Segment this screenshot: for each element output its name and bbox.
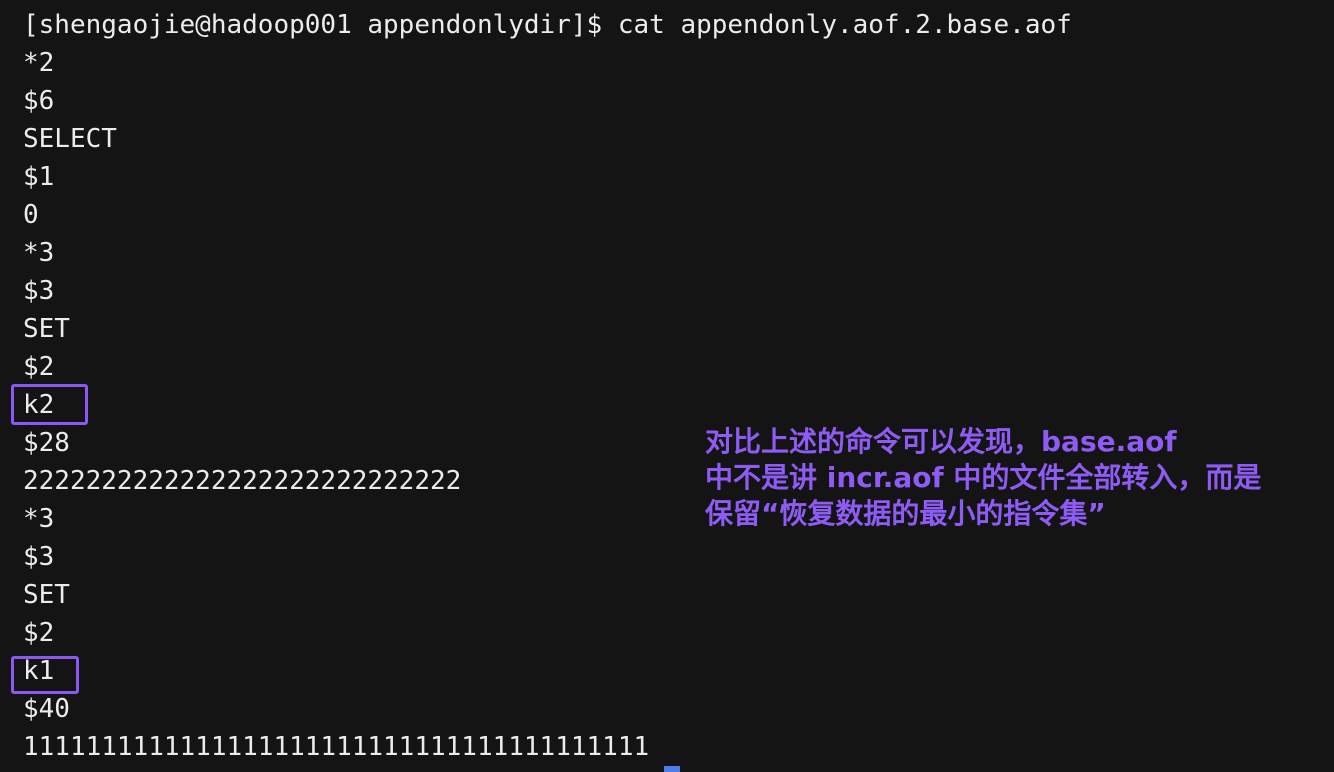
output-line: $3 bbox=[23, 542, 55, 572]
annotation-line: 对比上述的命令可以发现，base.aof bbox=[705, 425, 1177, 458]
output-line: $6 bbox=[23, 86, 55, 116]
output-line: $1 bbox=[23, 162, 55, 192]
terminal-prompt-line: [shengaojie@hadoop001 appendonlydir]$ ca… bbox=[23, 10, 1072, 40]
output-line: SET bbox=[23, 314, 70, 344]
output-line-key-k1: k1 bbox=[23, 656, 55, 686]
output-line: SELECT bbox=[23, 124, 117, 154]
output-line: 1111111111111111111111111111111111111111 bbox=[23, 732, 650, 762]
output-line: $3 bbox=[23, 276, 55, 306]
terminal-window[interactable]: [shengaojie@hadoop001 appendonlydir]$ ca… bbox=[0, 0, 1334, 772]
output-line: 0 bbox=[23, 200, 39, 230]
terminal-output: [shengaojie@hadoop001 appendonlydir]$ ca… bbox=[23, 6, 1072, 766]
output-line: *3 bbox=[23, 238, 55, 268]
annotation-line: 中不是讲 incr.aof 中的文件全部转入，而是 bbox=[705, 461, 1262, 494]
output-line: *2 bbox=[23, 48, 55, 78]
highlight-box-k1 bbox=[11, 656, 79, 694]
annotation-note: 对比上述的命令可以发现，base.aof 中不是讲 incr.aof 中的文件全… bbox=[705, 424, 1261, 532]
output-line: $2 bbox=[23, 618, 55, 648]
output-line: $40 bbox=[23, 694, 70, 724]
highlight-box-k2 bbox=[11, 384, 88, 425]
output-line-key-k2: k2 bbox=[23, 390, 55, 420]
terminal-cursor bbox=[664, 766, 680, 772]
output-line: $2 bbox=[23, 352, 55, 382]
output-line: SET bbox=[23, 580, 70, 610]
annotation-line: 保留“恢复数据的最小的指令集” bbox=[705, 497, 1106, 530]
